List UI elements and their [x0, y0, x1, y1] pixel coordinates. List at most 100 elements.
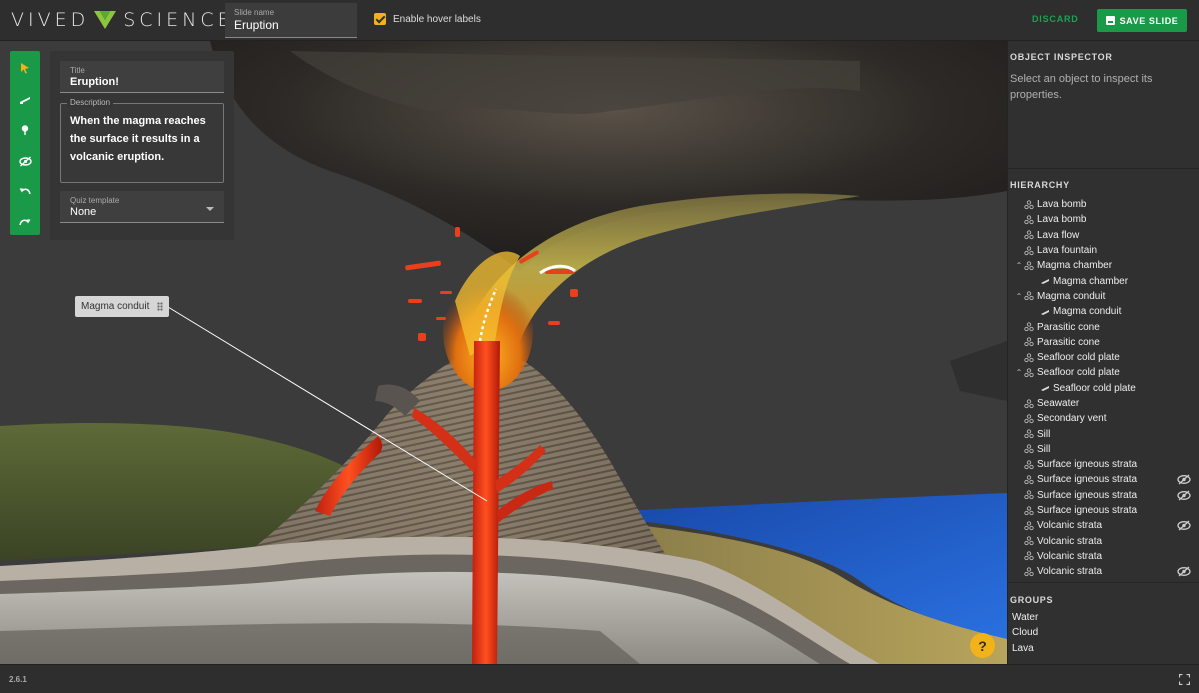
object-icon	[1024, 261, 1034, 271]
visibility-off-icon[interactable]	[1177, 520, 1191, 531]
chevron-up-icon[interactable]: ⌃	[1014, 261, 1024, 270]
hierarchy-item-label: Secondary vent	[1037, 413, 1107, 425]
groups-list: Water Cloud Lava	[1010, 610, 1198, 656]
hierarchy-item[interactable]: Surface igneous strata	[1010, 472, 1198, 487]
object-inspector: OBJECT INSPECTOR Select an object to ins…	[1008, 41, 1199, 169]
mesh-icon	[1040, 307, 1050, 317]
hover-label-magma-conduit[interactable]: Magma conduit	[75, 296, 169, 317]
hierarchy-item[interactable]: Sill	[1010, 426, 1198, 441]
object-icon	[1024, 460, 1034, 470]
hierarchy-item[interactable]: Secondary vent	[1010, 411, 1198, 426]
hierarchy-item[interactable]: Sill	[1010, 442, 1198, 457]
hierarchy-item[interactable]: Volcanic strata	[1010, 564, 1198, 579]
hierarchy-item-label: Lava bomb	[1037, 214, 1087, 226]
hierarchy-item[interactable]: Lava bomb	[1010, 197, 1198, 212]
discard-button[interactable]: DISCARD	[1032, 14, 1079, 24]
fullscreen-icon[interactable]	[1179, 674, 1190, 685]
object-icon	[1024, 414, 1034, 424]
mesh-icon	[1040, 383, 1050, 393]
chevron-up-icon[interactable]: ⌃	[1014, 292, 1024, 301]
hierarchy-item[interactable]: Magma conduit	[1010, 304, 1198, 319]
hierarchy-item[interactable]: Magma chamber	[1010, 273, 1198, 288]
object-icon	[1024, 505, 1034, 516]
hide-icon[interactable]	[16, 152, 34, 170]
hierarchy-item-label: Lava fountain	[1037, 245, 1098, 257]
draw-line-icon[interactable]	[16, 90, 34, 108]
title-input[interactable]: Eruption!	[70, 76, 214, 88]
object-icon	[1024, 398, 1034, 409]
drag-handle-icon[interactable]	[157, 302, 163, 311]
description-textarea[interactable]: When the magma reaches the surface it re…	[70, 112, 214, 166]
hierarchy-item[interactable]: Lava flow	[1010, 228, 1198, 243]
hierarchy-tree: Lava bomb Lava bomb Lava flow Lava fountain…	[1010, 197, 1198, 579]
group-item[interactable]: Cloud	[1010, 625, 1198, 640]
hierarchy-item-label: Parasitic cone	[1037, 321, 1100, 333]
visibility-off-icon[interactable]	[1177, 474, 1191, 485]
hierarchy-item[interactable]: ⌃ Magma chamber	[1010, 258, 1198, 273]
object-icon	[1024, 429, 1034, 439]
help-button[interactable]: ?	[970, 633, 995, 658]
hierarchy-item[interactable]: Surface igneous strata	[1010, 457, 1198, 472]
hierarchy-item[interactable]: Surface igneous strata	[1010, 488, 1198, 503]
hierarchy-item[interactable]: Seafloor cold plate	[1010, 350, 1198, 365]
object-icon	[1024, 322, 1034, 332]
undo-icon[interactable]	[16, 183, 34, 201]
object-icon	[1024, 536, 1034, 546]
tool-strip	[10, 51, 40, 235]
logo-text-left: VIVED	[11, 9, 90, 31]
object-icon	[1024, 567, 1034, 577]
app-logo: VIVED SCIENCE	[11, 9, 234, 31]
redo-icon[interactable]	[16, 214, 34, 232]
right-panel: OBJECT INSPECTOR Select an object to ins…	[1007, 41, 1199, 664]
object-inspector-title: OBJECT INSPECTOR	[1010, 52, 1113, 62]
quiz-template-value[interactable]: None	[70, 206, 214, 218]
description-label: Description	[67, 98, 114, 107]
hierarchy-item-label: Volcanic strata	[1037, 520, 1103, 532]
group-item[interactable]: Lava	[1010, 641, 1198, 656]
pin-icon[interactable]	[16, 121, 34, 139]
hover-labels-toggle[interactable]: Enable hover labels	[374, 13, 481, 25]
slide-name-field[interactable]: Slide name Eruption	[225, 3, 357, 38]
visibility-off-icon[interactable]	[1177, 566, 1191, 577]
hover-labels-label: Enable hover labels	[393, 13, 481, 25]
hierarchy-item-label: Surface igneous strata	[1037, 459, 1138, 471]
version-text: 2.6.1	[9, 675, 27, 684]
object-icon	[1024, 215, 1034, 225]
title-field[interactable]: Title Eruption!	[60, 61, 224, 93]
save-icon	[1105, 16, 1115, 25]
chevron-up-icon[interactable]: ⌃	[1014, 368, 1024, 377]
object-inspector-message: Select an object to inspect its properti…	[1010, 73, 1153, 101]
group-item[interactable]: Water	[1010, 610, 1198, 625]
object-icon	[1024, 521, 1034, 531]
hierarchy-item-label: Seafloor cold plate	[1037, 367, 1120, 379]
hierarchy-item-label: Volcanic strata	[1037, 566, 1103, 578]
hierarchy-item[interactable]: Volcanic strata	[1010, 534, 1198, 549]
hierarchy-item-label: Seafloor cold plate	[1037, 352, 1120, 364]
hierarchy-item[interactable]: Seafloor cold plate	[1010, 381, 1198, 396]
description-field[interactable]: Description When the magma reaches the s…	[60, 98, 224, 183]
hover-label-text: Magma conduit	[81, 301, 150, 312]
groups-title: GROUPS	[1010, 595, 1054, 605]
hierarchy-item-label: Magma conduit	[1037, 290, 1106, 302]
hierarchy-item[interactable]: ⌃ Seafloor cold plate	[1010, 365, 1198, 380]
object-icon	[1024, 291, 1034, 301]
hierarchy-item[interactable]: Lava bomb	[1010, 212, 1198, 227]
hover-labels-checkbox[interactable]	[374, 13, 386, 25]
slide-name-input[interactable]: Eruption	[234, 18, 348, 32]
hierarchy-item-label: Volcanic strata	[1037, 550, 1103, 562]
hierarchy-item[interactable]: Volcanic strata	[1010, 518, 1198, 533]
hierarchy-item[interactable]: Parasitic cone	[1010, 319, 1198, 334]
slide-name-label: Slide name	[234, 8, 275, 17]
save-slide-button[interactable]: SAVE SLIDE	[1097, 9, 1187, 32]
hierarchy-item[interactable]: Volcanic strata	[1010, 549, 1198, 564]
hierarchy-item[interactable]: Lava fountain	[1010, 243, 1198, 258]
visibility-off-icon[interactable]	[1177, 490, 1191, 501]
hierarchy-item[interactable]: Parasitic cone	[1010, 335, 1198, 350]
select-tool-icon[interactable]	[16, 59, 34, 77]
hierarchy-item[interactable]: Surface igneous strata	[1010, 503, 1198, 518]
quiz-template-select[interactable]: Quiz template None	[60, 191, 224, 223]
hierarchy-item-label: Parasitic cone	[1037, 336, 1100, 348]
object-icon	[1024, 368, 1034, 378]
hierarchy-item[interactable]: ⌃ Magma conduit	[1010, 289, 1198, 304]
hierarchy-item[interactable]: Seawater	[1010, 396, 1198, 411]
